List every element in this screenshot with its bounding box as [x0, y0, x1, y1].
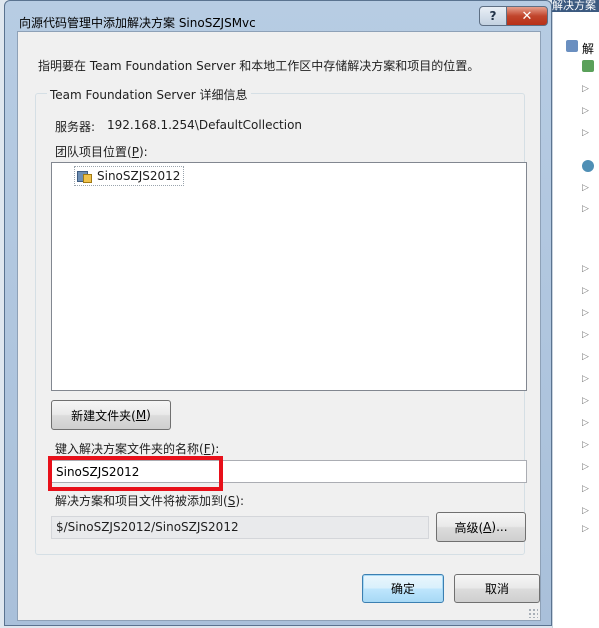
- background-expand-arrow: ▷: [582, 308, 589, 318]
- background-expand-arrow: ▷: [582, 352, 589, 362]
- close-button[interactable]: ✕: [506, 6, 548, 26]
- background-globe-icon: [582, 160, 594, 172]
- server-label: 服务器:: [55, 120, 96, 134]
- accesskey-a: A: [483, 520, 492, 534]
- add-solution-dialog: 向源代码管理中添加解决方案 SinoSZJSMvc ? ✕ 指明要在 Team …: [4, 0, 552, 626]
- background-expand-arrow: ▷: [582, 462, 589, 472]
- background-expand-arrow: ▷: [582, 264, 589, 274]
- resize-grip[interactable]: [528, 608, 538, 618]
- advanced-button[interactable]: 高级(A)...: [436, 512, 526, 542]
- tree-item-sinoszjs2012[interactable]: SinoSZJS2012: [74, 166, 185, 186]
- background-expand-arrow: ▷: [582, 84, 589, 94]
- instruction-text: 指明要在 Team Foundation Server 和本地工作区中存储解决方…: [38, 59, 480, 73]
- folder-name-input[interactable]: [51, 460, 527, 483]
- destination-path: $/SinoSZJS2012/SinoSZJS2012: [51, 516, 429, 539]
- dialog-title: 向源代码管理中添加解决方案 SinoSZJSMvc: [19, 16, 256, 30]
- background-expand-arrow: ▷: [582, 524, 589, 534]
- cancel-button[interactable]: 取消: [454, 574, 540, 603]
- team-project-icon: [77, 169, 93, 183]
- ok-button[interactable]: 确定: [362, 574, 444, 603]
- background-expand-arrow: ▷: [582, 374, 589, 384]
- tree-item-label: SinoSZJS2012: [97, 169, 181, 183]
- team-project-list[interactable]: SinoSZJS2012: [51, 162, 527, 391]
- dialog-client-area: 指明要在 Team Foundation Server 和本地工作区中存储解决方…: [17, 31, 541, 621]
- background-expand-arrow: ▷: [582, 330, 589, 340]
- help-icon: ?: [489, 9, 497, 23]
- background-pane-title: 解: [582, 42, 595, 56]
- accesskey-p: P: [131, 145, 139, 159]
- background-pane-header: 解决方案: [552, 0, 599, 12]
- background-expand-arrow: ▷: [582, 396, 589, 406]
- accesskey-f: F: [203, 442, 211, 456]
- close-icon: ✕: [521, 8, 533, 24]
- background-expand-arrow: ▷: [582, 506, 589, 516]
- help-button[interactable]: ?: [479, 6, 507, 26]
- background-expand-arrow: ▷: [582, 128, 589, 138]
- destination-label: 解决方案和项目文件将被添加到(S):: [55, 494, 245, 508]
- server-value: 192.168.1.254\DefaultCollection: [107, 118, 303, 132]
- background-expand-arrow: ▷: [582, 286, 589, 296]
- new-folder-button[interactable]: 新建文件夹(M): [51, 400, 171, 430]
- background-expand-arrow: ▷: [582, 418, 589, 428]
- background-expand-arrow: ▷: [582, 183, 589, 193]
- background-expand-arrow: ▷: [582, 440, 589, 450]
- background-expand-arrow: ▷: [582, 106, 589, 116]
- background-project-icon: [582, 60, 594, 72]
- background-expand-arrow: ▷: [582, 484, 589, 494]
- dialog-title-bar[interactable]: 向源代码管理中添加解决方案 SinoSZJSMvc ? ✕: [5, 1, 551, 31]
- background-solution-icon: [566, 40, 578, 52]
- background-solution-pane: [552, 0, 599, 628]
- folder-name-label: 键入解决方案文件夹的名称(F):: [55, 442, 220, 456]
- accesskey-m: M: [135, 408, 147, 422]
- project-location-label: 团队项目位置(P):: [55, 145, 148, 159]
- background-expand-arrow: ▷: [582, 204, 589, 214]
- tfs-details-group-title: Team Foundation Server 详细信息: [47, 86, 251, 103]
